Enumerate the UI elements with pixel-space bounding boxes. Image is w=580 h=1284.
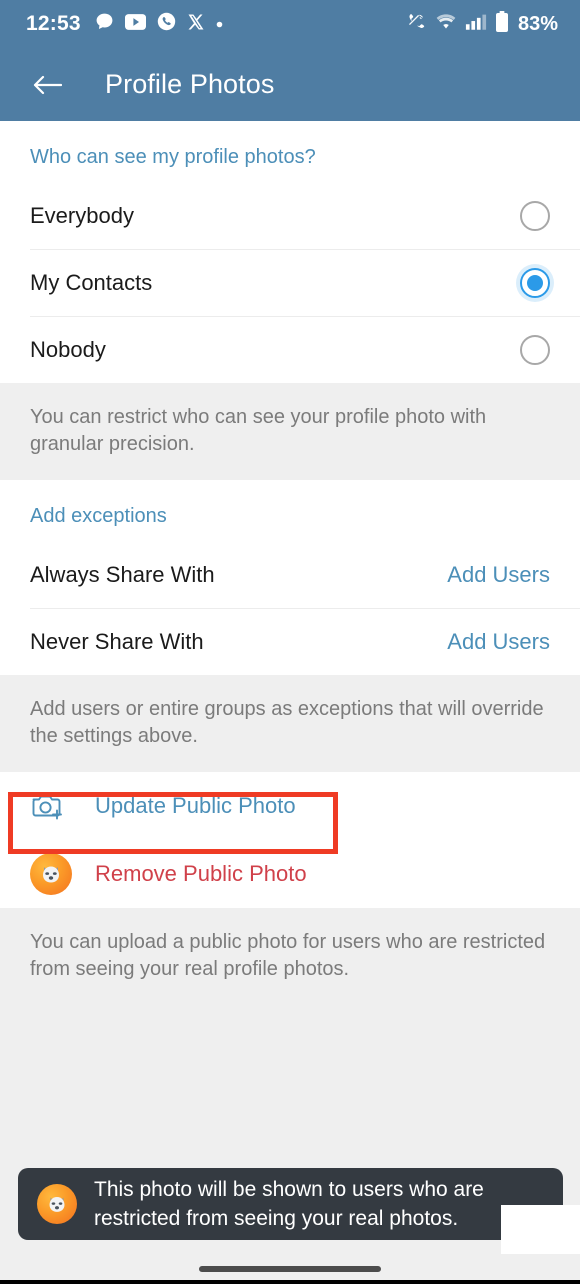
remove-public-photo-label: Remove Public Photo xyxy=(95,861,307,886)
settings-content: Who can see my profile photos? Everybody… xyxy=(0,121,580,1284)
update-public-photo-label: Update Public Photo xyxy=(95,793,296,818)
radio-label-everybody: Everybody xyxy=(30,202,134,228)
exceptions-card: Add exceptions Always Share With Add Use… xyxy=(0,480,580,675)
radio-button-nobody[interactable] xyxy=(520,334,550,365)
visibility-section-header: Who can see my profile photos? xyxy=(30,146,316,168)
status-bar-left: 12:53 xyxy=(26,12,405,36)
public-photo-card: Update Public Photo Remove Public Photo xyxy=(0,772,580,908)
status-bar: 12:53 83% xyxy=(0,0,580,48)
never-share-with-label: Never Share With xyxy=(30,628,204,654)
app-bar: Profile Photos xyxy=(0,48,580,121)
camera-plus-icon xyxy=(30,791,76,821)
never-share-add-users-button[interactable]: Add Users xyxy=(447,629,550,655)
never-share-with-row[interactable]: Never Share With Add Users xyxy=(0,608,580,675)
avatar xyxy=(30,853,72,895)
exceptions-section-header: Add exceptions xyxy=(30,505,167,527)
always-share-with-row[interactable]: Always Share With Add Users xyxy=(0,541,580,608)
radio-row-everybody[interactable]: Everybody xyxy=(0,182,580,249)
screen-bottom-edge xyxy=(0,1280,580,1284)
signal-bars-icon xyxy=(465,12,487,36)
home-gesture-pill[interactable] xyxy=(199,1266,381,1272)
phone-mute-icon xyxy=(405,12,427,37)
radio-label-nobody: Nobody xyxy=(30,336,106,362)
exceptions-info-text: Add users or entire groups as exceptions… xyxy=(0,675,580,772)
always-share-with-label: Always Share With xyxy=(30,561,215,587)
radio-row-nobody[interactable]: Nobody xyxy=(0,316,580,383)
radio-button-everybody[interactable] xyxy=(520,200,550,231)
toast-notification: This photo will be shown to users who ar… xyxy=(18,1168,563,1240)
radio-row-my-contacts[interactable]: My Contacts xyxy=(0,249,580,316)
radio-label-my-contacts: My Contacts xyxy=(30,269,153,295)
always-share-add-users-button[interactable]: Add Users xyxy=(447,562,550,588)
phone-screen: 12:53 83% Profile Photos Who can see my … xyxy=(0,0,580,1284)
phone-circle-icon xyxy=(157,12,176,36)
toast-message: This photo will be shown to users who ar… xyxy=(94,1178,484,1230)
toast-avatar-icon xyxy=(37,1184,77,1224)
battery-icon xyxy=(495,10,509,38)
public-photo-info-text: You can upload a public photo for users … xyxy=(0,908,580,1005)
remove-public-photo-row[interactable]: Remove Public Photo xyxy=(0,840,580,908)
profile-avatar-icon xyxy=(30,853,76,895)
battery-percent: 83% xyxy=(517,12,558,35)
dot-icon xyxy=(216,15,223,33)
update-public-photo-row[interactable]: Update Public Photo xyxy=(0,772,580,840)
chat-bubble-icon xyxy=(95,12,114,36)
radio-button-my-contacts[interactable] xyxy=(520,267,550,298)
status-bar-right: 83% xyxy=(405,10,558,38)
status-time: 12:53 xyxy=(26,12,81,35)
back-arrow-icon[interactable] xyxy=(26,64,68,106)
page-title: Profile Photos xyxy=(105,69,275,99)
youtube-icon xyxy=(124,13,146,35)
wifi-icon xyxy=(435,12,457,36)
visibility-card: Who can see my profile photos? Everybody… xyxy=(0,121,580,383)
visibility-info-text: You can restrict who can see your profil… xyxy=(0,383,580,480)
x-twitter-icon xyxy=(187,13,205,36)
